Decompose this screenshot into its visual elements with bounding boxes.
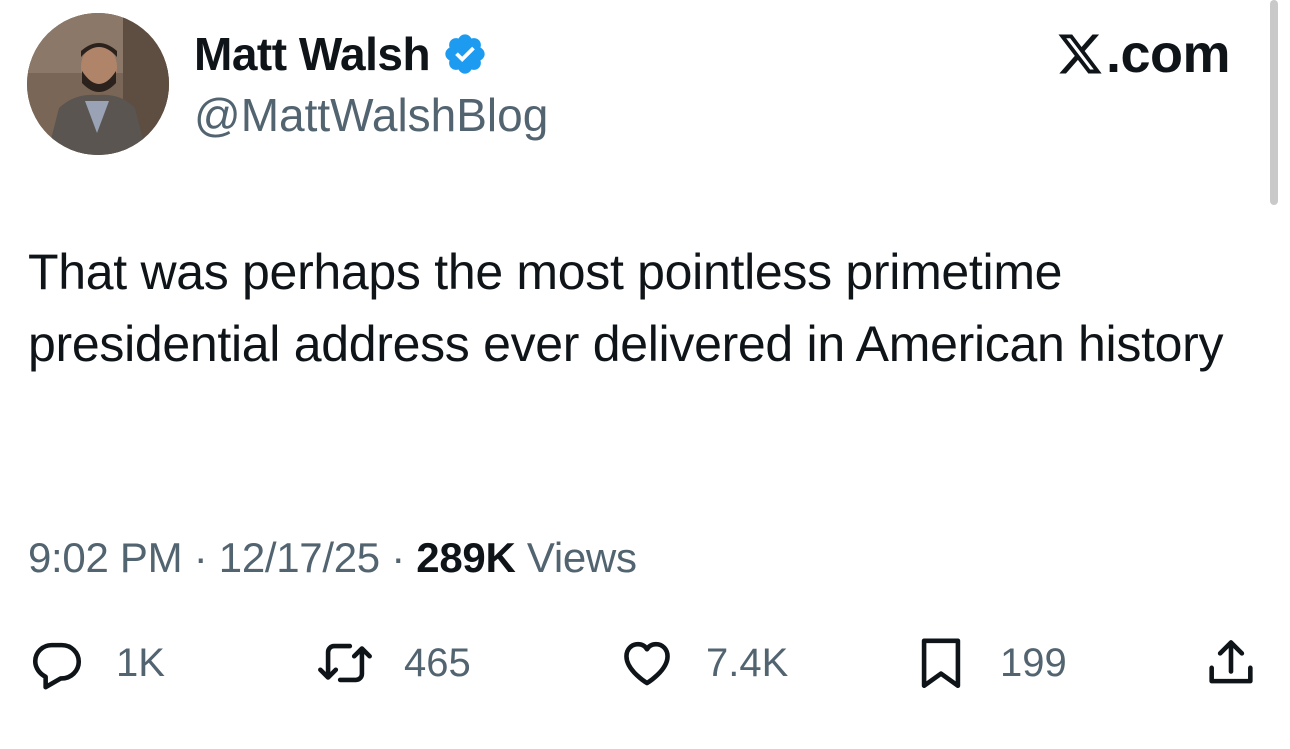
author-handle[interactable]: @MattWalshBlog: [194, 88, 548, 142]
x-logo-icon: [1058, 34, 1102, 74]
bookmark-count: 199: [1000, 640, 1067, 685]
avatar[interactable]: [27, 13, 169, 155]
avatar-image: [27, 13, 169, 155]
author-name[interactable]: Matt Walsh: [194, 27, 431, 81]
reply-count: 1K: [116, 640, 165, 685]
tweet-meta: 9:02 PM · 12/17/25 · 289K Views: [28, 531, 637, 585]
repost-count: 465: [404, 640, 471, 685]
meta-separator: ·: [391, 534, 405, 581]
bookmark-button[interactable]: 199: [912, 632, 1067, 694]
tweet-time[interactable]: 9:02 PM: [28, 534, 183, 581]
site-logo: .com: [1056, 22, 1231, 86]
meta-separator: ·: [193, 534, 208, 581]
site-label: .com: [1105, 24, 1231, 84]
like-count: 7.4K: [706, 640, 789, 685]
repost-button[interactable]: 465: [316, 632, 471, 694]
reply-icon: [32, 642, 82, 690]
share-button[interactable]: [1202, 632, 1260, 694]
repost-icon: [318, 643, 372, 683]
tweet-text: That was perhaps the most pointless prim…: [28, 244, 1224, 372]
heart-icon: [624, 641, 670, 686]
views-label: Views: [526, 534, 637, 581]
reply-button[interactable]: 1K: [28, 632, 165, 694]
verified-badge-icon: [445, 34, 485, 74]
bookmark-icon: [921, 638, 961, 689]
like-button[interactable]: 7.4K: [618, 632, 788, 694]
author-name-row[interactable]: Matt Walsh: [194, 27, 488, 81]
share-icon: [1209, 640, 1253, 684]
tweet-date[interactable]: 12/17/25: [219, 534, 380, 581]
scrollbar[interactable]: [1270, 0, 1278, 205]
action-bar: 1K 465 7.4K 199: [28, 632, 1268, 694]
views-count: 289K: [416, 534, 516, 581]
